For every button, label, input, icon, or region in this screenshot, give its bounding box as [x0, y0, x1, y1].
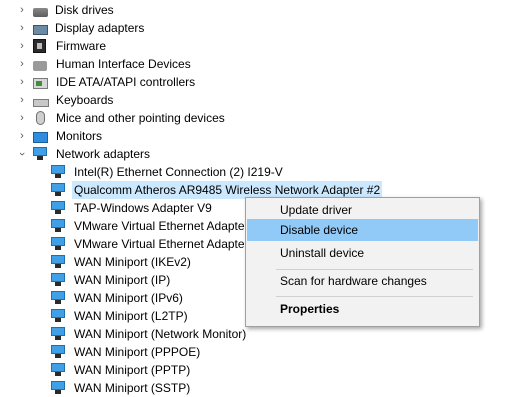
display-adapter-icon [33, 24, 48, 35]
network-adapter-item[interactable]: WAN Miniport (L2TP) [51, 307, 190, 325]
menu-item-disable-device[interactable]: Disable device [247, 219, 478, 241]
network-adapter-item[interactable]: WAN Miniport (SSTP) [51, 379, 192, 397]
network-adapter-item[interactable]: TAP-Windows Adapter V9 [51, 199, 214, 217]
tree-item-label: VMware Virtual Ethernet Adapter [74, 237, 249, 251]
firmware-icon [33, 39, 46, 53]
tree-item-label: Keyboards [56, 93, 114, 107]
tree-item-label: Disk drives [55, 3, 114, 17]
tree-item-label: Intel(R) Ethernet Connection (2) I219-V [74, 165, 283, 179]
network-adapter-item[interactable]: WAN Miniport (IKEv2) [51, 253, 193, 271]
network-adapter-item[interactable]: WAN Miniport (IP) [51, 271, 172, 289]
tree-item-label: WAN Miniport (L2TP) [74, 309, 188, 323]
network-adapter-icon [51, 254, 67, 270]
tree-item-label: WAN Miniport (SSTP) [74, 381, 191, 395]
menu-item-scan-hardware[interactable]: Scan for hardware changes [247, 270, 478, 292]
tree-item-human-interface-devices[interactable]: › Human Interface Devices [17, 55, 193, 73]
tree-item-mice[interactable]: › Mice and other pointing devices [17, 109, 227, 127]
menu-item-properties[interactable]: Properties [247, 298, 478, 320]
hid-icon [33, 60, 47, 71]
tree-item-display-adapters[interactable]: › Display adapters [17, 19, 146, 37]
network-adapter-item[interactable]: Intel(R) Ethernet Connection (2) I219-V [51, 163, 285, 181]
network-adapter-icon [51, 326, 67, 342]
ide-controller-icon [33, 78, 48, 89]
keyboard-icon [33, 98, 49, 107]
chevron-right-icon[interactable]: › [17, 109, 27, 127]
tree-item-keyboards[interactable]: › Keyboards [17, 91, 115, 109]
tree-item-firmware[interactable]: › Firmware [17, 37, 108, 55]
network-adapter-icon [51, 200, 67, 216]
menu-item-update-driver[interactable]: Update driver [247, 199, 478, 221]
tree-item-disk-drives[interactable]: › Disk drives [17, 1, 116, 19]
network-adapter-item[interactable]: WAN Miniport (PPTP) [51, 361, 192, 379]
tree-item-label: WAN Miniport (PPPOE) [74, 345, 201, 359]
tree-item-label: WAN Miniport (Network Monitor) [74, 327, 247, 341]
context-menu: Update driver Disable device Uninstall d… [245, 197, 480, 327]
tree-item-label: TAP-Windows Adapter V9 [74, 201, 212, 215]
network-adapter-icon [51, 218, 67, 234]
tree-item-label: Network adapters [56, 147, 151, 161]
network-adapter-icon [51, 290, 67, 306]
tree-item-label: WAN Miniport (IPv6) [74, 291, 183, 305]
menu-item-uninstall-device[interactable]: Uninstall device [247, 242, 478, 264]
chevron-right-icon[interactable]: › [17, 73, 27, 91]
tree-item-ide-controllers[interactable]: › IDE ATA/ATAPI controllers [17, 73, 197, 91]
network-adapter-icon [51, 362, 67, 378]
monitor-icon [33, 131, 48, 143]
tree-item-label: Mice and other pointing devices [56, 111, 225, 125]
tree-item-label: IDE ATA/ATAPI controllers [56, 75, 196, 89]
tree-item-label: WAN Miniport (IP) [74, 273, 171, 287]
tree-item-label: Monitors [56, 129, 103, 143]
chevron-right-icon[interactable]: › [17, 127, 27, 145]
chevron-down-icon[interactable]: › [13, 149, 31, 159]
chevron-right-icon[interactable]: › [17, 1, 27, 19]
chevron-right-icon[interactable]: › [17, 55, 27, 73]
chevron-right-icon[interactable]: › [17, 37, 27, 55]
tree-item-label: WAN Miniport (PPTP) [74, 363, 191, 377]
network-adapter-item[interactable]: VMware Virtual Ethernet Adapter [51, 217, 251, 235]
network-adapter-icon [51, 344, 67, 360]
chevron-right-icon[interactable]: › [17, 91, 27, 109]
network-adapter-item[interactable]: VMware Virtual Ethernet Adapter [51, 235, 251, 253]
network-adapter-icon [51, 380, 67, 396]
network-adapter-icon [51, 236, 67, 252]
network-adapter-icon [51, 164, 67, 180]
network-adapter-item[interactable]: WAN Miniport (Network Monitor) [51, 325, 248, 343]
tree-item-network-adapters[interactable]: › Network adapters [16, 145, 152, 163]
tree-item-label: Human Interface Devices [56, 57, 191, 71]
tree-item-label: Firmware [56, 39, 106, 53]
network-adapter-icon [51, 272, 67, 288]
tree-item-monitors[interactable]: › Monitors [17, 127, 104, 145]
network-adapter-item[interactable]: WAN Miniport (IPv6) [51, 289, 185, 307]
network-adapter-icon [51, 308, 67, 324]
tree-item-label: WAN Miniport (IKEv2) [74, 255, 191, 269]
chevron-right-icon[interactable]: › [17, 19, 27, 37]
menu-separator [276, 296, 473, 297]
network-adapter-icon [33, 146, 49, 162]
mouse-icon [36, 111, 45, 125]
network-adapter-item[interactable]: WAN Miniport (PPPOE) [51, 343, 202, 361]
tree-item-label: Display adapters [55, 21, 145, 35]
disk-drive-icon [33, 7, 48, 17]
network-adapter-icon [51, 182, 67, 198]
tree-item-label: VMware Virtual Ethernet Adapter [74, 219, 249, 233]
